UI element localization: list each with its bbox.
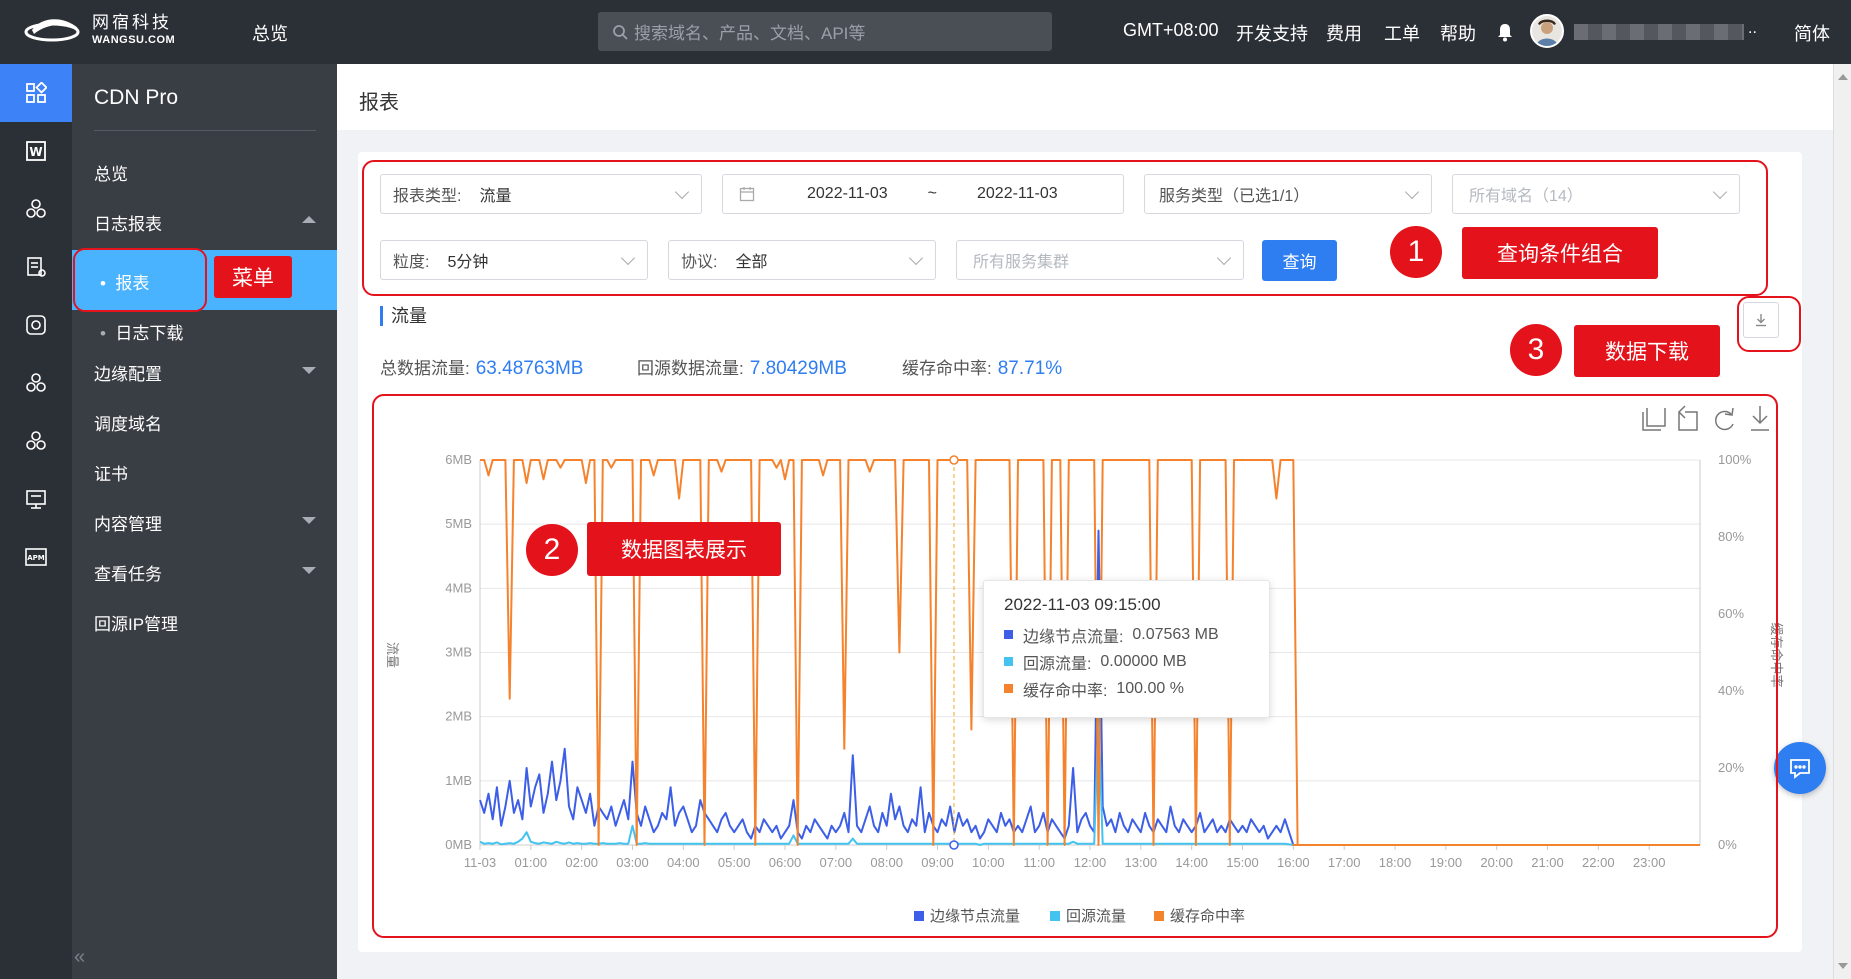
logo-en: WANGSU.COM [92,33,176,46]
hit-rate-label: 缓存命中率: [902,359,992,378]
billing-link[interactable]: 费用 [1326,20,1362,46]
sidebar: CDN Pro 总览 日志报表 • 报表 • 日志下载 边缘配置 调度域名 证书… [72,64,337,979]
language-switch[interactable]: 简体 [1794,20,1830,46]
scroll-down-icon[interactable] [1838,963,1848,969]
page-header: 报表 [337,64,1833,130]
hit-rate-stat: 缓存命中率: 87.71% [902,354,1062,380]
cluster-icon [26,373,46,392]
chat-support-button[interactable] [1774,742,1826,794]
sidebar-item-content-mgmt[interactable]: 内容管理 [94,510,316,535]
chevron-down-icon [302,517,316,524]
page-scrollbar[interactable] [1833,64,1851,979]
rail-security[interactable] [0,296,72,354]
rail-cdn[interactable] [0,180,72,238]
sidebar-item-dispatch-domain[interactable]: 调度域名 [94,410,162,435]
cluster-icon [26,199,46,218]
chevron-down-icon [302,567,316,574]
rail-cluster-3[interactable] [0,412,72,470]
origin-traffic-value: 7.80429MB [749,358,847,379]
annotation-box-chart [372,394,1778,938]
sidebar-item-label: 日志下载 [115,324,184,343]
svg-text:APM: APM [27,554,45,562]
dev-support-link[interactable]: 开发支持 [1236,20,1308,46]
annotation-box-download [1737,296,1801,352]
cluster-icon [26,431,46,450]
account-name-masked[interactable] [1574,24,1744,40]
origin-traffic-label: 回源数据流量: [637,359,744,378]
annotation-label-chart: 数据图表展示 [587,522,781,576]
scroll-up-icon[interactable] [1838,74,1848,80]
sidebar-item-label: 内容管理 [94,515,162,534]
total-traffic-label: 总数据流量: [380,359,470,378]
search-placeholder: 搜索域名、产品、文档、API等 [634,24,866,43]
sidebar-collapse-button[interactable]: « [74,946,337,969]
rail-w-product[interactable]: W [0,122,72,180]
sidebar-item-log-report[interactable]: 日志报表 [94,210,316,235]
global-search-input[interactable]: 搜索域名、产品、文档、API等 [598,12,1052,51]
sidebar-item-label: 日志报表 [94,215,162,234]
total-traffic-stat: 总数据流量: 63.48763MB [380,354,583,380]
sidebar-item-overview[interactable]: 总览 [94,160,128,185]
product-rail: W APM [0,64,72,979]
annotation-label-download: 数据下载 [1574,325,1720,377]
sidebar-item-label: 查看任务 [94,565,162,584]
bell-icon[interactable] [1496,22,1514,42]
sidebar-divider [94,130,316,131]
annotation-label-menu: 菜单 [214,256,292,298]
page-title: 报表 [359,92,399,114]
avatar[interactable] [1530,14,1564,48]
help-link[interactable]: 帮助 [1440,20,1476,46]
sidebar-item-edge-config[interactable]: 边缘配置 [94,360,316,385]
sidebar-item-origin-ip[interactable]: 回源IP管理 [94,610,178,635]
wangsu-logo[interactable]: 网宿科技 WANGSU.COM [24,12,175,48]
shield-box-icon [26,315,46,335]
monitor-icon [26,490,46,509]
timezone-selector[interactable]: GMT+08:00 [1123,20,1219,41]
annotation-label-query: 查询条件组合 [1462,227,1658,279]
sidebar-product-title: CDN Pro [94,86,179,109]
w-box-icon: W [26,141,46,161]
sidebar-item-view-tasks[interactable]: 查看任务 [94,560,316,585]
double-chevron-left-icon: « [74,946,86,968]
bullet-icon: • [100,324,106,343]
sidebar-item-certificate[interactable]: 证书 [94,460,128,485]
logo-mark-icon [24,19,80,42]
ticket-link[interactable]: 工单 [1384,20,1420,46]
rail-dashboard[interactable] [0,64,72,122]
account-name-suffix: .. [1748,20,1757,37]
annotation-number-3: 3 [1510,324,1562,376]
rail-monitor[interactable] [0,470,72,528]
rail-api[interactable]: APM [0,528,72,586]
top-bar: 网宿科技 WANGSU.COM 总览 搜索域名、产品、文档、API等 GMT+0… [0,0,1851,64]
hit-rate-value: 87.71% [997,358,1063,379]
search-icon [613,24,628,40]
annotation-box-menu [73,248,207,312]
chevron-up-icon [302,216,316,223]
top-overview-link[interactable]: 总览 [252,20,288,46]
svg-text:W: W [29,145,42,159]
chevron-down-icon [302,367,316,374]
grid-icon [26,82,47,103]
rail-cluster-2[interactable] [0,354,72,412]
api-icon: APM [25,548,47,566]
annotation-number-2: 2 [526,524,578,576]
origin-traffic-stat: 回源数据流量: 7.80429MB [637,354,847,380]
section-title: 流量 [380,306,427,326]
total-traffic-value: 63.48763MB [475,358,584,379]
sidebar-item-label: 边缘配置 [94,365,162,384]
document-icon [27,257,46,277]
logo-cn: 网宿科技 [92,12,172,33]
chat-icon [1790,759,1810,779]
sidebar-item-log-download[interactable]: • 日志下载 [100,319,183,344]
annotation-number-1: 1 [1390,226,1442,278]
rail-docs[interactable] [0,238,72,296]
